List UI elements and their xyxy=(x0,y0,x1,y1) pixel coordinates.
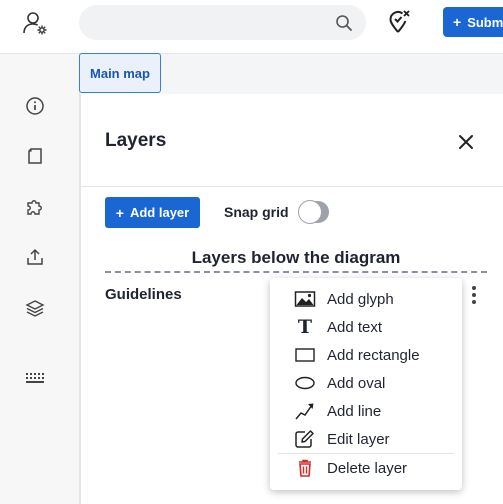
more-options-icon[interactable] xyxy=(468,284,480,306)
top-bar: + Subm xyxy=(0,0,503,54)
left-rail xyxy=(0,54,80,504)
snap-grid-label: Snap grid xyxy=(224,204,289,220)
line-icon xyxy=(294,401,316,421)
menu-item-edit-layer[interactable]: Edit layer xyxy=(270,425,462,453)
menu-item-label: Edit layer xyxy=(327,431,390,448)
submit-button[interactable]: + Subm xyxy=(443,7,503,37)
close-icon[interactable] xyxy=(456,132,476,152)
menu-item-add-line[interactable]: Add line xyxy=(270,397,462,425)
location-off-icon[interactable] xyxy=(386,9,412,35)
plus-icon: + xyxy=(115,204,124,221)
oval-icon xyxy=(294,373,316,393)
text-icon: T xyxy=(297,316,313,338)
puzzle-icon[interactable] xyxy=(25,197,45,217)
menu-item-label: Delete layer xyxy=(327,460,408,477)
tab-main-map[interactable]: Main map xyxy=(79,53,161,93)
keyboard-icon[interactable] xyxy=(25,368,45,388)
search-bar xyxy=(79,5,366,40)
user-settings-icon[interactable] xyxy=(22,10,48,36)
menu-item-label: Add glyph xyxy=(327,291,394,308)
search-icon[interactable] xyxy=(335,14,353,32)
plus-icon: + xyxy=(453,14,462,30)
panel-title: Layers xyxy=(105,130,167,151)
layer-name[interactable]: Guidelines xyxy=(105,286,182,303)
menu-item-label: Add rectangle xyxy=(327,347,420,364)
snap-grid-toggle[interactable] xyxy=(299,201,329,223)
menu-item-label: Add oval xyxy=(327,375,386,392)
layers-icon[interactable] xyxy=(25,298,45,318)
image-icon xyxy=(294,289,316,309)
divider xyxy=(81,186,503,187)
menu-item-delete-layer[interactable]: Delete layer xyxy=(270,454,462,482)
menu-item-add-rectangle[interactable]: Add rectangle xyxy=(270,341,462,369)
search-input[interactable] xyxy=(79,5,335,40)
menu-item-label: Add text xyxy=(327,319,383,336)
submit-label: Subm xyxy=(467,14,503,30)
rectangle-icon xyxy=(294,345,316,365)
dashed-divider xyxy=(105,271,487,273)
trash-icon xyxy=(294,458,316,478)
toggle-knob xyxy=(299,201,321,223)
menu-item-add-text[interactable]: T Add text xyxy=(270,313,462,341)
menu-item-add-oval[interactable]: Add oval xyxy=(270,369,462,397)
layer-options-menu: Add glyph T Add text Add rectangle Add o… xyxy=(270,278,462,490)
info-icon[interactable] xyxy=(25,96,45,116)
page-icon[interactable] xyxy=(25,146,45,166)
share-icon[interactable] xyxy=(25,247,45,267)
menu-item-add-glyph[interactable]: Add glyph xyxy=(270,285,462,313)
section-title: Layers below the diagram xyxy=(191,248,401,267)
add-layer-button[interactable]: + Add layer xyxy=(105,197,200,228)
add-layer-label: Add layer xyxy=(129,205,190,220)
edit-icon xyxy=(294,429,316,449)
menu-item-label: Add line xyxy=(327,403,382,420)
